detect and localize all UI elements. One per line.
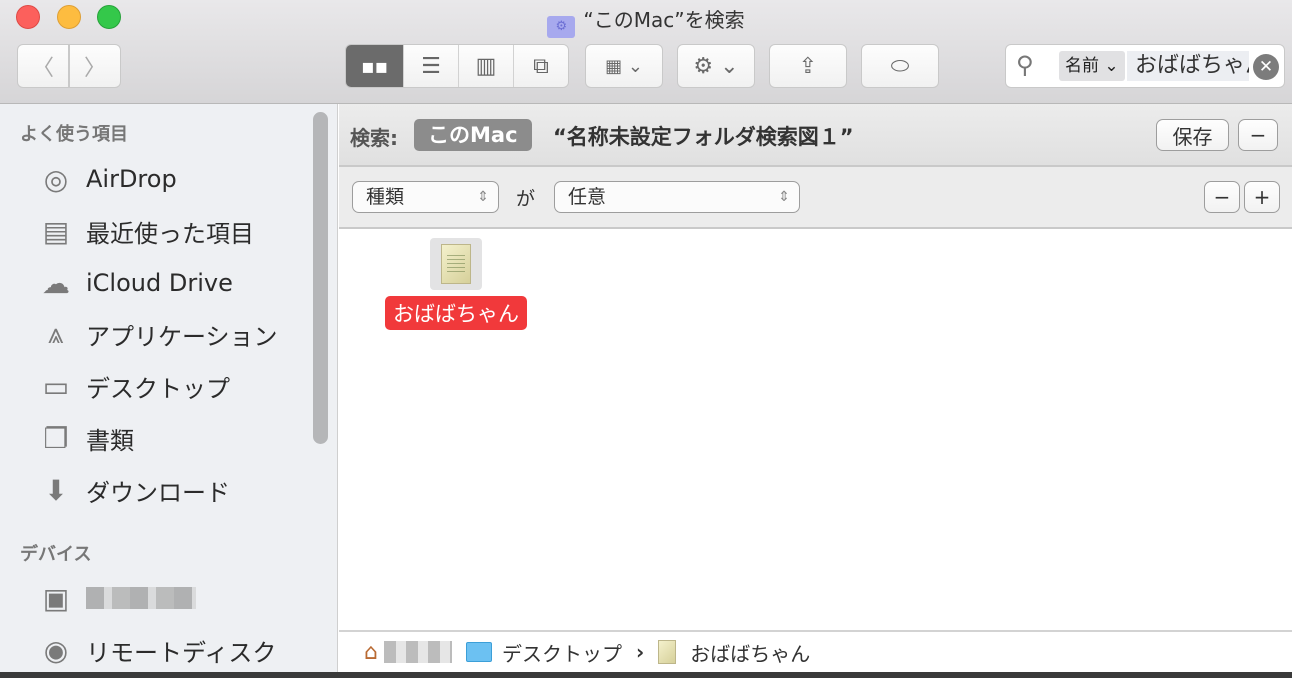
value-popup[interactable]: 任意 ⇕	[554, 181, 800, 213]
sidebar-item-icloud-drive[interactable]: ☁ iCloud Drive	[36, 263, 233, 303]
column-view-button[interactable]: ▥	[458, 45, 513, 87]
back-button[interactable]: 〈	[17, 44, 69, 88]
tags-button[interactable]: ⬭	[861, 44, 939, 88]
titlebar: ⚙ “このMac”を検索 〈 〉 ▪▪ ☰ ▥ ⧉ ▦ ⌄ ⚙ ⌄ ⇪ ⬭ ⚲ 名…	[0, 0, 1292, 104]
favorites-header: よく使う項目	[20, 124, 128, 145]
airdrop-icon: ◎	[43, 162, 69, 196]
forward-button[interactable]: 〉	[69, 44, 121, 88]
main-content: 検索: このMac “名称未設定フォルダ検索図１” 保存 − 種類 ⇕ が 任意 ⇕…	[339, 104, 1292, 672]
criteria-row: 種類 ⇕ が 任意 ⇕ − +	[339, 167, 1292, 229]
desktop-icon: ▭	[42, 369, 70, 403]
remove-criteria-button[interactable]: −	[1204, 181, 1240, 213]
search-field[interactable]: ⚲ 名前 ⌄ おばばちゃん ✕	[1005, 44, 1285, 88]
download-icon: ⬇	[44, 473, 68, 507]
documents-icon: ❐	[43, 421, 69, 455]
disc-icon: ◉	[43, 633, 69, 667]
coverflow-icon: ⧉	[533, 53, 549, 79]
recents-icon: ▤	[42, 214, 70, 248]
updown-chevron-icon: ⇕	[778, 189, 790, 205]
home-icon[interactable]: ⌂	[364, 640, 378, 665]
coverflow-view-button[interactable]: ⧉	[513, 45, 568, 87]
finder-window: ⚙ “このMac”を検索 〈 〉 ▪▪ ☰ ▥ ⧉ ▦ ⌄ ⚙ ⌄ ⇪ ⬭ ⚲ 名…	[0, 0, 1292, 672]
devices-header: デバイス	[20, 544, 92, 565]
remove-scope-button[interactable]: −	[1238, 119, 1278, 151]
share-icon: ⇪	[798, 53, 818, 79]
sidebar-item-hard-drive[interactable]: ▣	[36, 578, 196, 618]
path-item-desktop[interactable]: デスクトップ	[502, 638, 622, 667]
sidebar-item-recents[interactable]: ▤ 最近使った項目	[36, 211, 254, 251]
criteria-connector: が	[516, 188, 536, 210]
list-view-button[interactable]: ☰	[403, 45, 458, 87]
saved-search-name: “名称未設定フォルダ検索図１”	[553, 125, 854, 149]
updown-chevron-icon: ⇕	[477, 189, 489, 205]
file-name-label: おばばちゃん	[385, 296, 527, 330]
hard-drive-icon: ▣	[42, 581, 70, 615]
cloud-icon: ☁	[42, 266, 70, 300]
sidebar-item-downloads[interactable]: ⬇ ダウンロード	[36, 470, 230, 510]
list-icon: ☰	[421, 53, 441, 79]
action-button[interactable]: ⚙ ⌄	[677, 44, 755, 88]
redacted-user-name[interactable]	[383, 641, 452, 663]
text-document-icon	[430, 238, 482, 290]
sidebar-item-documents[interactable]: ❐ 書類	[36, 418, 134, 458]
redacted-device-name	[86, 587, 196, 609]
arrange-grid-icon: ▦ ⌄	[605, 55, 643, 77]
search-icon: ⚲	[1016, 51, 1034, 79]
search-input[interactable]: おばばちゃん	[1127, 51, 1249, 81]
document-icon	[658, 640, 677, 664]
sidebar-scrollbar[interactable]	[313, 112, 328, 444]
view-mode-segmented-control: ▪▪ ☰ ▥ ⧉	[345, 44, 569, 88]
path-bar: ⌂ デスクトップ › おばばちゃん	[339, 630, 1292, 672]
columns-icon: ▥	[475, 53, 497, 79]
sidebar: よく使う項目 ◎ AirDrop ▤ 最近使った項目 ☁ iCloud Drive ⩓…	[0, 104, 338, 672]
arrange-button[interactable]: ▦ ⌄	[585, 44, 663, 88]
result-file-item[interactable]: おばばちゃん	[381, 238, 531, 330]
icon-view-button[interactable]: ▪▪	[346, 45, 403, 87]
sidebar-item-airdrop[interactable]: ◎ AirDrop	[36, 159, 177, 199]
sidebar-item-applications[interactable]: ⩓ アプリケーション	[36, 314, 277, 354]
gear-icon: ⚙ ⌄	[693, 53, 739, 79]
sidebar-item-remote-disc[interactable]: ◉ リモートディスク	[36, 630, 277, 670]
tag-icon: ⬭	[890, 53, 910, 79]
path-separator-icon: ›	[635, 640, 645, 664]
smart-folder-icon: ⚙	[547, 16, 576, 38]
clear-search-icon[interactable]: ✕	[1253, 54, 1279, 80]
add-criteria-button[interactable]: +	[1244, 181, 1280, 213]
search-scope-label: 検索:	[350, 126, 398, 150]
share-button[interactable]: ⇪	[769, 44, 847, 88]
search-token-name[interactable]: 名前 ⌄	[1059, 51, 1125, 81]
chevron-right-icon: 〉	[83, 56, 106, 81]
scope-bar: 検索: このMac “名称未設定フォルダ検索図１” 保存 −	[339, 104, 1292, 167]
applications-icon: ⩓	[48, 317, 64, 350]
grid-icon: ▪▪	[360, 54, 389, 78]
attribute-popup[interactable]: 種類 ⇕	[352, 181, 499, 213]
chevron-left-icon: 〈	[31, 56, 54, 81]
sidebar-item-desktop[interactable]: ▭ デスクトップ	[36, 366, 230, 406]
folder-icon	[465, 642, 492, 662]
save-button[interactable]: 保存	[1156, 119, 1229, 151]
scope-this-mac-button[interactable]: このMac	[414, 119, 532, 151]
window-title: ⚙ “このMac”を検索	[0, 4, 1292, 38]
path-item-file[interactable]: おばばちゃん	[690, 638, 810, 667]
